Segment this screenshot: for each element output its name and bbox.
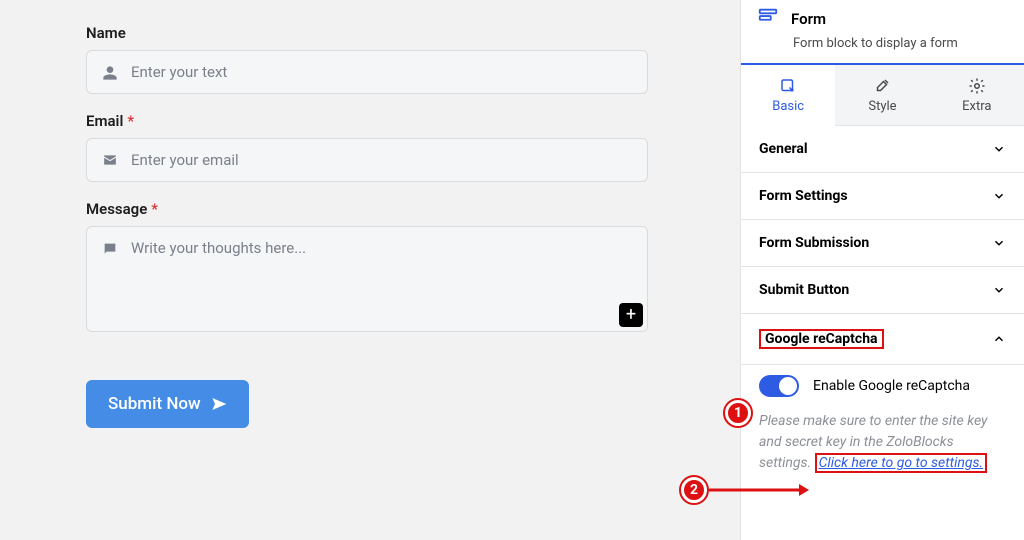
email-placeholder: Enter your email: [131, 151, 239, 169]
block-header: Form Form block to display a form: [741, 0, 1024, 65]
field-email: Email* Enter your email: [86, 112, 680, 182]
message-placeholder: Write your thoughts here...: [131, 239, 306, 257]
submit-button[interactable]: Submit Now: [86, 380, 249, 428]
send-icon: [211, 396, 227, 412]
user-icon: [101, 63, 119, 81]
tab-extra[interactable]: Extra: [930, 65, 1024, 125]
accordion-google-recaptcha[interactable]: Google reCaptcha: [741, 314, 1024, 365]
accordion-general[interactable]: General: [741, 126, 1024, 173]
chevron-up-icon: [992, 332, 1006, 346]
tab-style[interactable]: Style: [835, 65, 929, 125]
chevron-down-icon: [992, 236, 1006, 250]
envelope-icon: [101, 151, 119, 167]
annotation-arrow: [709, 480, 809, 500]
chevron-down-icon: [992, 283, 1006, 297]
chevron-down-icon: [992, 189, 1006, 203]
field-message: Message* Write your thoughts here... +: [86, 200, 680, 332]
recaptcha-settings-link[interactable]: Click here to go to settings.: [815, 453, 988, 473]
recaptcha-panel: Enable Google reCaptcha Please make sure…: [741, 365, 1024, 486]
recaptcha-toggle-label: Enable Google reCaptcha: [813, 378, 970, 394]
email-input[interactable]: Enter your email: [86, 138, 648, 182]
chevron-down-icon: [992, 142, 1006, 156]
field-message-label: Message*: [86, 200, 680, 218]
field-name: Name Enter your text: [86, 24, 680, 94]
annotation-2: 2: [681, 477, 707, 503]
recaptcha-heading: Google reCaptcha: [759, 329, 884, 349]
recaptcha-hint: Please make sure to enter the site key a…: [759, 411, 1006, 474]
annotation-1: 1: [725, 400, 751, 426]
accordion-submit-button[interactable]: Submit Button: [741, 267, 1024, 314]
block-title: Form: [791, 10, 826, 28]
inspector-tabs: Basic Style Extra: [741, 65, 1024, 126]
message-textarea[interactable]: Write your thoughts here... +: [86, 226, 648, 332]
form-editor-canvas: Name Enter your text Email* Enter your e…: [0, 0, 740, 540]
name-placeholder: Enter your text: [131, 63, 227, 81]
form-icon: [757, 6, 779, 32]
inspector-sidebar: Form Form block to display a form Basic …: [740, 0, 1024, 540]
chat-icon: [101, 239, 119, 257]
name-input[interactable]: Enter your text: [86, 50, 648, 94]
brush-icon: [873, 77, 891, 95]
accordion-form-settings[interactable]: Form Settings: [741, 173, 1024, 220]
recaptcha-toggle[interactable]: [759, 375, 799, 397]
field-name-label: Name: [86, 24, 680, 42]
add-field-button[interactable]: +: [619, 303, 643, 327]
gear-icon: [968, 77, 986, 95]
cursor-icon: [779, 77, 797, 95]
accordion-form-submission[interactable]: Form Submission: [741, 220, 1024, 267]
block-description: Form block to display a form: [793, 36, 1008, 51]
field-email-label: Email*: [86, 112, 680, 130]
tab-basic[interactable]: Basic: [741, 65, 835, 126]
